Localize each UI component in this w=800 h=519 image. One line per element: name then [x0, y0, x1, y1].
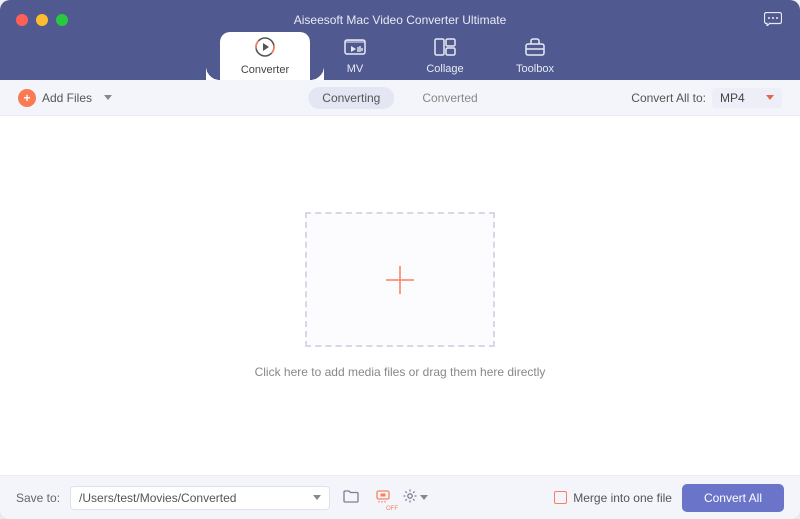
- open-folder-button[interactable]: [340, 487, 362, 509]
- subbar: + Add Files Converting Converted Convert…: [0, 80, 800, 116]
- tab-converter[interactable]: Converter: [220, 32, 310, 80]
- convert-icon: [254, 36, 276, 61]
- gpu-status: OFF: [386, 506, 398, 512]
- gear-icon: [402, 488, 418, 507]
- tab-label: Toolbox: [516, 63, 554, 75]
- mv-icon: [344, 37, 366, 60]
- plus-icon: +: [18, 89, 36, 107]
- main-tabs: Converter MV Collage Toolbox: [220, 32, 580, 80]
- tab-converted[interactable]: Converted: [408, 87, 491, 109]
- chevron-down-icon: [313, 495, 321, 500]
- save-path-value: /Users/test/Movies/Converted: [79, 491, 236, 505]
- chevron-down-icon: [104, 95, 112, 100]
- chat-icon[interactable]: [764, 12, 782, 29]
- add-files-button[interactable]: + Add Files: [18, 89, 112, 107]
- tab-label: Converter: [241, 64, 289, 76]
- app-window: Aiseesoft Mac Video Converter Ultimate C…: [0, 0, 800, 519]
- settings-button[interactable]: [404, 487, 426, 509]
- toolbox-icon: [524, 37, 546, 60]
- tab-label: MV: [347, 63, 364, 75]
- save-to-label: Save to:: [16, 491, 60, 505]
- app-title: Aiseesoft Mac Video Converter Ultimate: [0, 13, 800, 27]
- add-files-label: Add Files: [42, 91, 92, 105]
- checkbox-icon: [554, 491, 567, 504]
- chevron-down-icon: [420, 495, 428, 500]
- format-select[interactable]: MP4: [712, 88, 782, 108]
- tab-collage[interactable]: Collage: [400, 32, 490, 80]
- merge-label: Merge into one file: [573, 491, 672, 505]
- folder-icon: [343, 489, 359, 506]
- collage-icon: [434, 37, 456, 60]
- convert-all-to-label: Convert All to:: [631, 91, 706, 105]
- footer: Save to: /Users/test/Movies/Converted OF…: [0, 475, 800, 519]
- format-value: MP4: [720, 91, 745, 105]
- add-icon: [380, 260, 420, 300]
- dropzone-hint: Click here to add media files or drag th…: [255, 365, 546, 379]
- chevron-down-icon: [766, 95, 774, 100]
- tab-label: Collage: [426, 63, 463, 75]
- dropzone[interactable]: [305, 212, 495, 347]
- save-path-select[interactable]: /Users/test/Movies/Converted: [70, 486, 330, 510]
- convert-all-button[interactable]: Convert All: [682, 484, 784, 512]
- convert-all-to: Convert All to: MP4: [631, 88, 782, 108]
- tab-toolbox[interactable]: Toolbox: [490, 32, 580, 80]
- gpu-icon: [375, 489, 391, 506]
- tab-converting[interactable]: Converting: [308, 87, 394, 109]
- merge-checkbox[interactable]: Merge into one file: [554, 491, 672, 505]
- gpu-accel-button[interactable]: OFF: [372, 487, 394, 509]
- titlebar: Aiseesoft Mac Video Converter Ultimate C…: [0, 0, 800, 80]
- status-toggle: Converting Converted: [308, 87, 491, 109]
- dropzone-area: Click here to add media files or drag th…: [0, 116, 800, 475]
